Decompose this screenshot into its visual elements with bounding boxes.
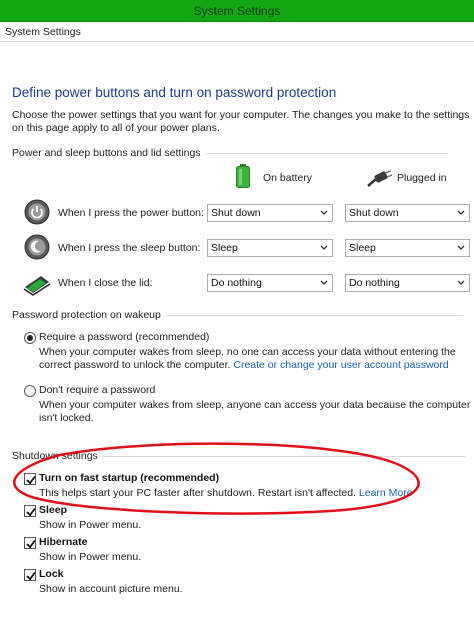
shutdown-section-title: Shutdown settings [12,450,98,462]
sleep-button-battery-select[interactable]: Sleep [207,239,333,257]
dropdown-arrow-icon [457,210,465,215]
hibernate-option-desc: Show in Power menu. [39,551,142,563]
password-section-header: Password protection on wakeup [12,309,463,321]
checkmark-icon [26,507,36,517]
power-button-battery-select[interactable]: Shut down [207,204,333,222]
page-intro: Choose the power settings that you want … [12,109,470,134]
power-section-header: Power and sleep buttons and lid settings [12,147,448,159]
lock-checkbox[interactable] [24,569,36,581]
select-value: Sleep [211,242,238,254]
hibernate-option-label: Hibernate [39,536,88,548]
sleep-option-label: Sleep [39,504,68,516]
no-password-desc: When your computer wakes from sleep, any… [39,399,471,424]
sleep-button-plugged-select[interactable]: Sleep [345,239,470,257]
column-header-plugged: Plugged in [397,172,447,184]
lock-option-desc: Show in account picture menu. [39,583,183,595]
plug-icon [367,170,392,187]
learn-more-link[interactable]: Learn More [359,487,413,499]
hibernate-checkbox[interactable] [24,537,36,549]
lid-label: When I close the lid: [58,277,153,289]
fast-startup-desc-text: This helps start your PC faster after sh… [39,487,356,499]
require-password-radio[interactable] [24,332,36,344]
checkmark-icon [26,571,36,581]
checkmark-icon [26,539,36,549]
sleep-button-label: When I press the sleep button: [58,242,201,254]
select-value: Do nothing [349,277,400,289]
dropdown-arrow-icon [457,280,465,285]
power-button-icon [24,199,50,225]
section-divider [205,152,448,154]
shutdown-section-header: Shutdown settings [12,450,465,462]
address-bar[interactable]: System Settings [0,22,474,42]
select-value: Sleep [349,242,376,254]
window-title-bar: System Settings [0,0,474,22]
power-button-label: When I press the power button: [58,207,204,219]
fast-startup-checkbox[interactable] [24,473,36,485]
no-password-label: Don't require a password [39,384,156,396]
power-section-title: Power and sleep buttons and lid settings [12,147,201,159]
page-title: Define power buttons and turn on passwor… [12,85,337,100]
battery-icon [236,164,250,188]
dropdown-arrow-icon [320,210,328,215]
password-section-title: Password protection on wakeup [12,309,161,321]
no-password-radio[interactable] [24,385,36,397]
select-value: Shut down [349,207,399,219]
dropdown-arrow-icon [457,245,465,250]
fast-startup-label: Turn on fast startup (recommended) [39,472,220,484]
sleep-button-icon [24,234,50,260]
select-value: Do nothing [211,277,262,289]
power-button-plugged-select[interactable]: Shut down [345,204,470,222]
dropdown-arrow-icon [320,245,328,250]
lid-battery-select[interactable]: Do nothing [207,274,333,292]
require-password-label: Require a password (recommended) [39,331,210,343]
select-value: Shut down [211,207,261,219]
require-password-desc: When your computer wakes from sleep, no … [39,346,471,372]
checkmark-icon [26,475,36,485]
window-title: System Settings [193,4,281,18]
address-text: System Settings [5,26,81,38]
change-password-link[interactable]: Create or change your user account passw… [233,359,448,371]
sleep-option-desc: Show in Power menu. [39,519,142,531]
column-header-battery: On battery [263,172,313,184]
lid-plugged-select[interactable]: Do nothing [345,274,470,292]
section-divider [165,314,463,316]
fast-startup-desc: This helps start your PC faster after sh… [39,487,413,499]
lock-option-label: Lock [39,568,64,580]
dropdown-arrow-icon [320,280,328,285]
sleep-checkbox[interactable] [24,505,36,517]
section-divider [102,455,465,457]
laptop-lid-icon [23,276,51,296]
